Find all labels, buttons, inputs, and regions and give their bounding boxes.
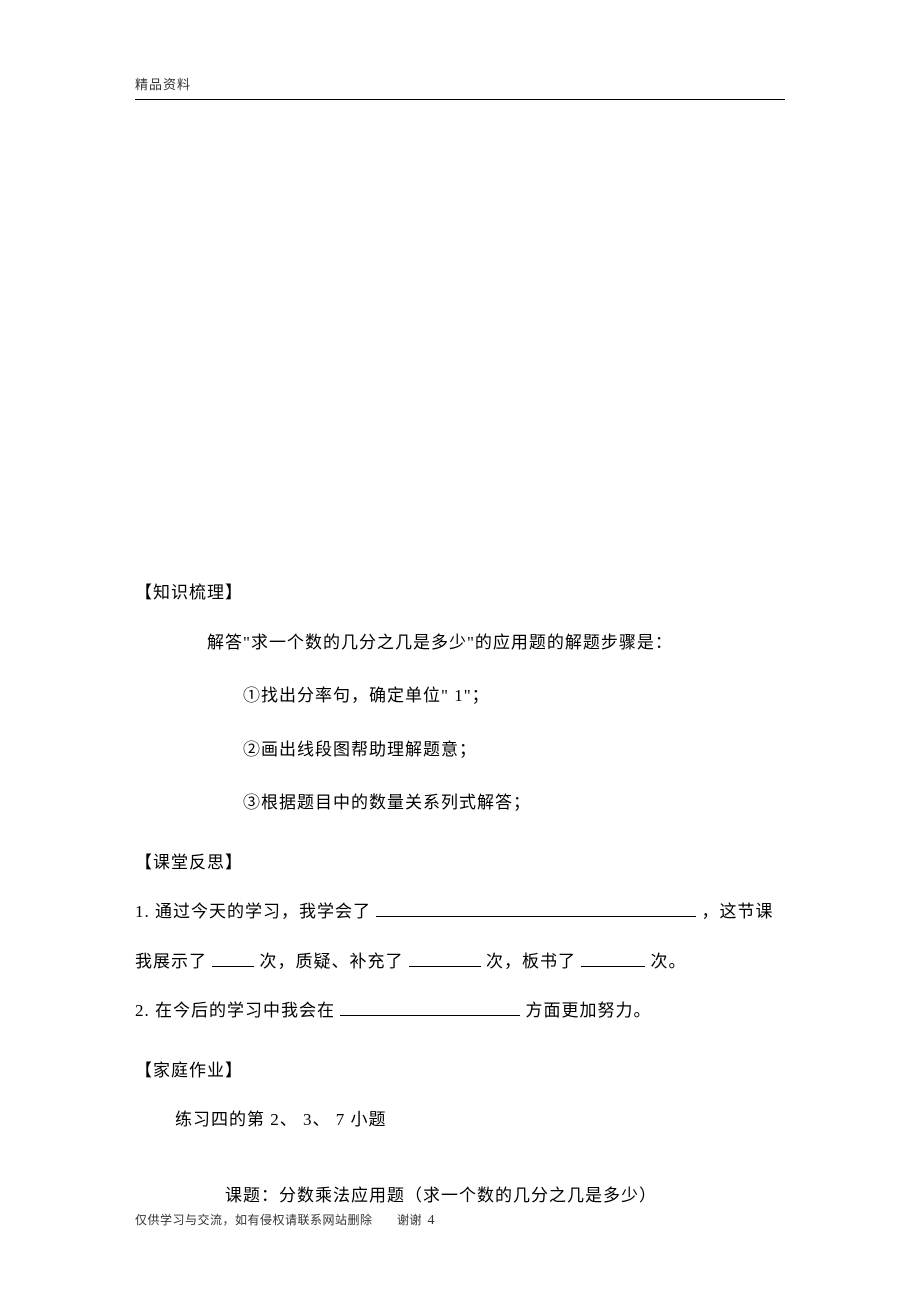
section-heading-knowledge: 【知识梳理】	[135, 580, 785, 606]
reflection-2c-text: 次，板书了	[486, 952, 581, 971]
fill-blank[interactable]	[376, 900, 696, 917]
reflection-1a-text: 1. 通过今天的学习，我学会了	[135, 902, 376, 921]
page-header: 精品资料	[135, 74, 785, 100]
footer-thanks: 谢谢	[397, 1213, 422, 1227]
fill-blank[interactable]	[581, 950, 645, 967]
page-content: 【知识梳理】 解答"求一个数的几分之几是多少"的应用题的解题步骤是： ①找出分率…	[135, 580, 785, 1208]
knowledge-step-1: ①找出分率句，确定单位" 1"；	[135, 683, 785, 709]
homework-text: 练习四的第 2、 3、 7 小题	[135, 1107, 785, 1133]
knowledge-intro: 解答"求一个数的几分之几是多少"的应用题的解题步骤是：	[135, 630, 785, 656]
reflection-2b-text: 次，质疑、补充了	[260, 952, 409, 971]
reflection-3b-text: 方面更加努力。	[526, 1001, 652, 1020]
reflection-2d-text: 次。	[651, 952, 687, 971]
document-page: 精品资料 【知识梳理】 解答"求一个数的几分之几是多少"的应用题的解题步骤是： …	[0, 0, 920, 1303]
header-label: 精品资料	[135, 74, 785, 93]
footer-page-number: 4	[428, 1213, 436, 1228]
reflection-1b-text: ，这节课	[702, 902, 774, 921]
header-rule	[135, 99, 785, 100]
section-heading-homework: 【家庭作业】	[135, 1058, 785, 1084]
reflection-2a-text: 我展示了	[135, 952, 212, 971]
fill-blank[interactable]	[212, 950, 254, 967]
reflection-line-2: 我展示了 次，质疑、补充了 次，板书了 次。	[135, 949, 785, 975]
footer-notice: 仅供学习与交流，如有侵权请联系网站删除	[135, 1213, 373, 1227]
section-heading-reflection: 【课堂反思】	[135, 850, 785, 876]
knowledge-step-2: ②画出线段图帮助理解题意；	[135, 737, 785, 763]
lesson-title: 课题：分数乘法应用题（求一个数的几分之几是多少）	[135, 1183, 785, 1209]
reflection-3a-text: 2. 在今后的学习中我会在	[135, 1001, 340, 1020]
reflection-line-1: 1. 通过今天的学习，我学会了 ，这节课	[135, 899, 785, 925]
knowledge-step-3: ③根据题目中的数量关系列式解答；	[135, 790, 785, 816]
fill-blank[interactable]	[340, 999, 520, 1016]
fill-blank[interactable]	[409, 950, 481, 967]
page-footer: 仅供学习与交流，如有侵权请联系网站删除 谢谢 4	[135, 1211, 435, 1229]
reflection-line-3: 2. 在今后的学习中我会在 方面更加努力。	[135, 998, 785, 1024]
